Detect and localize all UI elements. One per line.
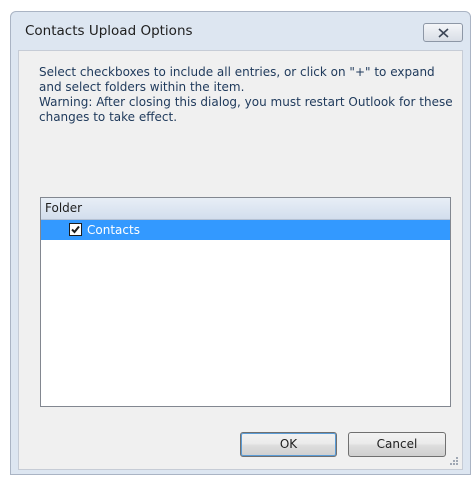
warning-text: Warning: After closing this dialog, you … — [39, 95, 453, 124]
ok-button[interactable]: OK — [240, 432, 337, 457]
contacts-checkbox[interactable] — [69, 223, 82, 236]
instruction-text: Select checkboxes to include all entries… — [39, 65, 435, 94]
close-icon — [438, 28, 449, 38]
tree-header-label: Folder — [45, 201, 83, 215]
checkmark-icon — [71, 225, 80, 234]
dialog-window: Contacts Upload Options Select checkboxe… — [10, 11, 471, 475]
resize-grip-icon[interactable] — [449, 456, 459, 466]
cancel-button[interactable]: Cancel — [348, 432, 446, 457]
instructions: Select checkboxes to include all entries… — [39, 65, 459, 125]
title-bar[interactable]: Contacts Upload Options — [11, 12, 470, 50]
folder-tree[interactable]: Folder Contacts — [40, 197, 451, 407]
tree-item-label: Contacts — [87, 223, 140, 237]
dialog-content: Select checkboxes to include all entries… — [18, 50, 463, 470]
close-button[interactable] — [423, 23, 463, 42]
tree-header-folder[interactable]: Folder — [41, 198, 450, 220]
window-title: Contacts Upload Options — [25, 23, 193, 39]
tree-item-contacts[interactable]: Contacts — [41, 220, 450, 240]
